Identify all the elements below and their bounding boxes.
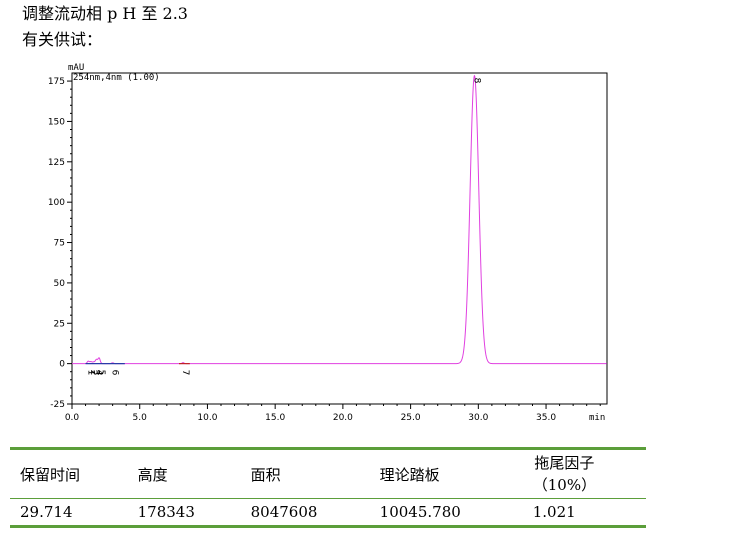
chart-axes: -2502550751001251501750.0 5.0 10.0 15.0 20.0… bbox=[48, 72, 608, 423]
y-tick-label: 25 bbox=[54, 319, 65, 329]
y-tick-label: 50 bbox=[54, 279, 66, 289]
y-tick-label: 75 bbox=[54, 239, 65, 249]
table-row: 29.714 178343 8047608 10045.780 1.021 bbox=[10, 499, 646, 527]
y-tick-label: -25 bbox=[50, 400, 65, 410]
x-tick-label: 20.0 bbox=[333, 413, 353, 423]
chromatogram-trace bbox=[72, 74, 607, 365]
peak-labels: 12345 6 78 bbox=[85, 78, 481, 376]
x-tick-label: 30.0 bbox=[468, 413, 488, 423]
tailing-factor-title: 拖尾因子 bbox=[534, 454, 595, 472]
y-axis-unit-label: mAU bbox=[68, 63, 84, 73]
x-tick-label: 10.0 bbox=[197, 413, 217, 423]
y-tick-label: 100 bbox=[48, 198, 65, 208]
chromatogram-chart: -2502550751001251501750.0 5.0 10.0 15.0 20.0… bbox=[48, 63, 608, 423]
y-tick-label: 0 bbox=[59, 360, 65, 370]
x-tick-label: 0.0 bbox=[65, 413, 80, 423]
y-tick-label: 175 bbox=[48, 77, 65, 87]
cell-area: 8047608 bbox=[250, 503, 318, 521]
tailing-factor-header-block: 拖尾因子 （10%） bbox=[533, 452, 596, 496]
tailing-factor-subtitle: （10%） bbox=[532, 476, 597, 494]
x-tick-label: 15.0 bbox=[265, 413, 285, 423]
trace-legend-label: 254nm,4nm (1.00) bbox=[73, 73, 160, 83]
x-axis-unit-label: min bbox=[589, 413, 605, 423]
x-tick-label: 35.0 bbox=[536, 413, 556, 423]
cell-retention-time: 29.714 bbox=[20, 503, 73, 521]
chromatogram-trace-group bbox=[72, 74, 607, 365]
cell-theoretical-plates: 10045.780 bbox=[379, 503, 461, 521]
peak-label: 8 bbox=[471, 78, 481, 84]
peak-label: 6 bbox=[110, 370, 120, 376]
header-tailing-factor: 拖尾因子 （10%） bbox=[523, 449, 646, 499]
header-area: 面积 bbox=[250, 465, 281, 484]
results-table-header-row: 保留时间 高度 面积 理论踏板 拖尾因子 （10%） bbox=[10, 448, 646, 499]
chart-heading-line-2: 有关供试： bbox=[22, 30, 103, 49]
header-height: 高度 bbox=[137, 465, 168, 484]
x-tick-label: 25.0 bbox=[401, 413, 421, 423]
results-table: 保留时间 高度 面积 理论踏板 拖尾因子 （10%） 29.714 178343… bbox=[10, 447, 646, 528]
peak-label: 5 bbox=[96, 370, 106, 376]
chart-heading-line-1: 调整流动相 p H 至 2.3 bbox=[22, 4, 188, 23]
header-theoretical-plates: 理论踏板 bbox=[379, 465, 440, 484]
cell-height: 178343 bbox=[137, 503, 195, 521]
cell-tailing-factor: 1.021 bbox=[532, 503, 576, 521]
y-tick-label: 150 bbox=[48, 117, 65, 127]
plot-frame bbox=[71, 72, 608, 405]
y-tick-label: 125 bbox=[48, 158, 65, 168]
header-retention-time: 保留时间 bbox=[20, 465, 81, 484]
peak-label: 7 bbox=[180, 370, 190, 376]
x-tick-label: 5.0 bbox=[133, 413, 148, 423]
